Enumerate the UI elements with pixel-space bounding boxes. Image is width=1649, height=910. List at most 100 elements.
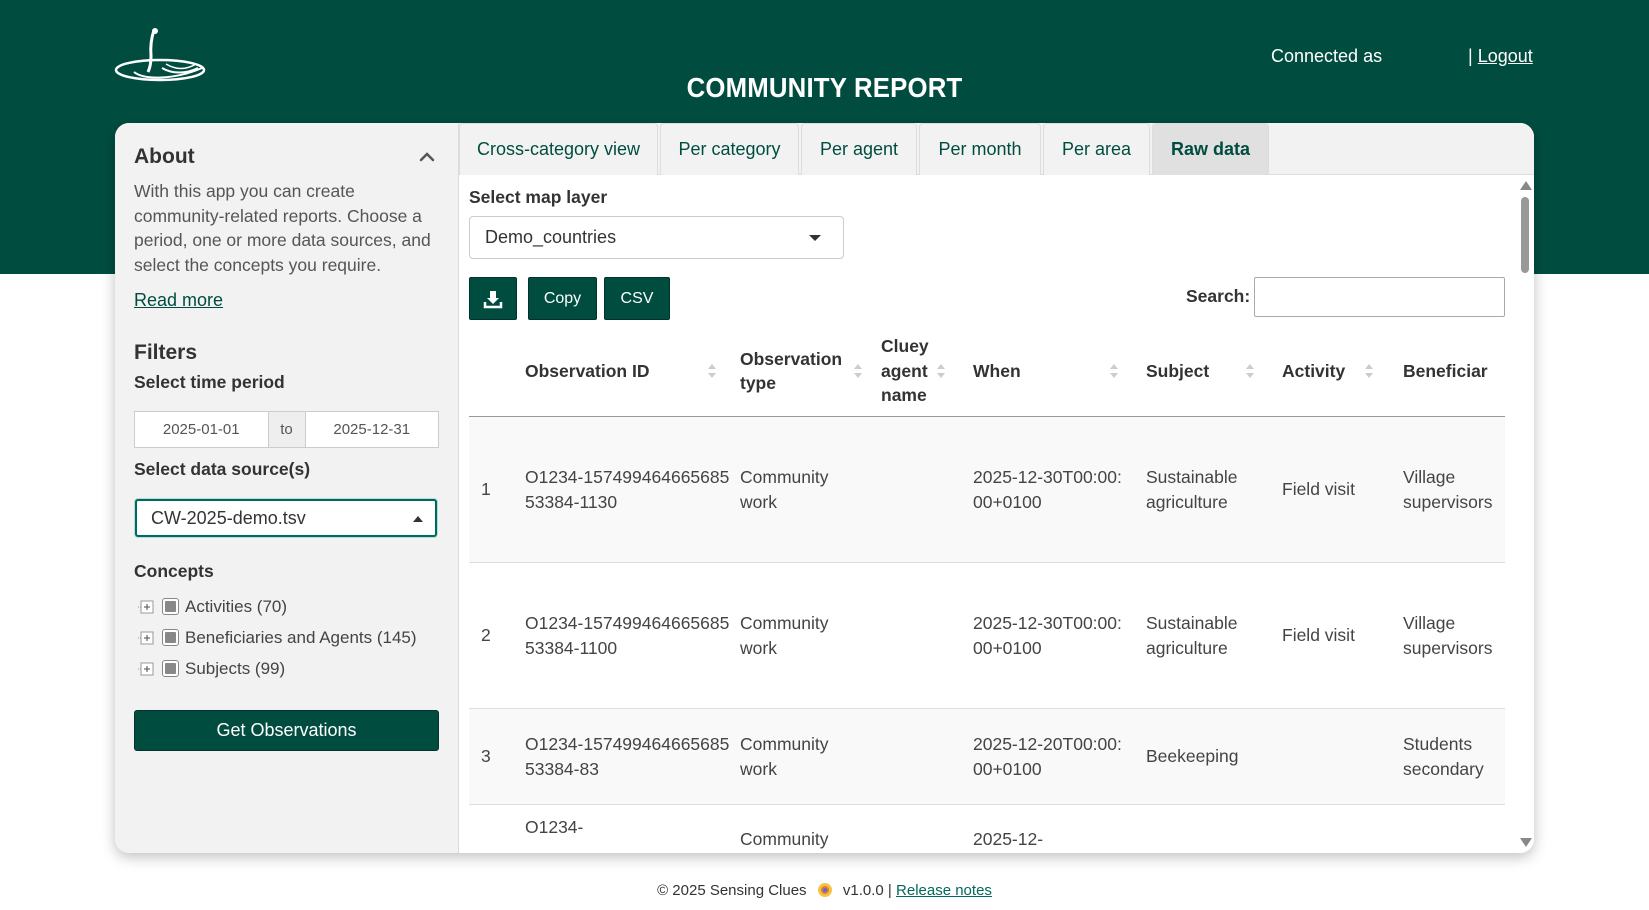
cell-subject: Sustainable agriculture — [1146, 613, 1238, 658]
tab-raw-data[interactable]: Raw data — [1152, 123, 1269, 175]
tab-bar: Cross-category view Per category Per age… — [459, 123, 1534, 175]
column-header-when[interactable]: When — [973, 325, 1128, 417]
column-header-label: Activity — [1282, 360, 1346, 381]
date-separator: to — [267, 412, 306, 447]
main-panel: Cross-category view Per category Per age… — [459, 123, 1534, 853]
cell-index: 3 — [481, 746, 491, 767]
download-button[interactable] — [469, 277, 517, 320]
sort-icon — [1246, 364, 1254, 378]
search-input[interactable] — [1254, 277, 1505, 317]
column-header-label: Observation ID — [525, 360, 650, 381]
sort-icon — [1365, 364, 1373, 378]
cell-agent-name — [881, 709, 961, 804]
concepts-tree: Activities (70) Beneficiaries and Agents… — [138, 591, 448, 684]
about-title: About — [134, 145, 195, 168]
cell-observation-type: Community work — [740, 613, 829, 658]
logout-separator: | — [1468, 46, 1473, 66]
column-header-label: When — [973, 360, 1021, 381]
copyright-text: © 2025 Sensing Clues — [657, 882, 807, 899]
data-source-select[interactable]: CW-2025-demo.tsv — [135, 499, 437, 537]
read-more-link[interactable]: Read more — [134, 290, 223, 311]
main-card: About With this app you can create commu… — [115, 123, 1534, 853]
cell-agent-name — [881, 563, 961, 708]
cell-agent-name — [881, 417, 961, 562]
cell-observation-type: Community work — [740, 734, 829, 779]
tree-checkbox[interactable] — [162, 598, 179, 615]
cell-beneficiary: Students secondary — [1403, 734, 1484, 779]
csv-button[interactable]: CSV — [604, 277, 670, 320]
cell-when: 2025-12-20T00:00:00+0100 — [973, 734, 1122, 779]
cell-when: 2025-12-30T00:00:00+0100 — [973, 467, 1122, 512]
raw-data-panel: Select map layer Demo_countries Copy CSV… — [459, 175, 1534, 853]
tab-cross-category-view[interactable]: Cross-category view — [459, 123, 658, 175]
table-row[interactable]: O1234- Community 2025-12- — [469, 805, 1505, 853]
column-header-label: Cluey agent name — [881, 336, 929, 406]
cell-observation-type: Community — [740, 829, 829, 849]
tree-item-label: Subjects (99) — [185, 658, 286, 678]
map-layer-select[interactable]: Demo_countries — [469, 216, 844, 259]
table-row[interactable]: 1 O1234-15749946466568553384-1130 Commun… — [469, 417, 1505, 563]
sort-icon — [708, 364, 716, 378]
tree-checkbox[interactable] — [162, 660, 179, 677]
get-observations-button[interactable]: Get Observations — [134, 710, 439, 751]
data-source-label: Select data source(s) — [134, 459, 311, 479]
cell-subject: Sustainable agriculture — [1146, 467, 1238, 512]
cell-observation-id: O1234-15749946466568553384-1130 — [525, 467, 730, 512]
tab-per-category[interactable]: Per category — [660, 123, 799, 175]
copy-button[interactable]: Copy — [528, 277, 597, 320]
search-label: Search: — [1186, 286, 1251, 306]
end-date-input[interactable]: 2025-12-31 — [306, 412, 439, 447]
sort-icon — [1110, 364, 1118, 378]
cell-observation-id: O1234- — [525, 817, 584, 837]
about-text: With this app you can create community-r… — [134, 181, 431, 275]
table-row[interactable]: 3 O1234-15749946466568553384-83 Communit… — [469, 709, 1505, 805]
column-header-activity[interactable]: Activity — [1282, 325, 1382, 417]
cell-activity — [1282, 709, 1392, 804]
chevron-up-icon[interactable] — [415, 145, 439, 169]
cell-activity: Field visit — [1282, 625, 1355, 646]
logout-link[interactable]: Logout — [1478, 46, 1533, 66]
scroll-up-arrow-icon[interactable] — [1520, 181, 1532, 190]
cell-observation-type: Community work — [740, 467, 829, 512]
column-header-index — [479, 325, 519, 417]
footer: © 2025 Sensing Clues v1.0.0 | Release no… — [0, 882, 1649, 899]
caret-up-icon — [413, 516, 423, 522]
column-header-observation-id[interactable]: Observation ID — [525, 325, 725, 417]
data-source-value: CW-2025-demo.tsv — [151, 507, 306, 528]
concepts-label: Concepts — [134, 561, 214, 581]
tab-per-agent[interactable]: Per agent — [801, 123, 917, 175]
column-header-beneficiary[interactable]: Beneficiar — [1403, 325, 1505, 417]
tab-per-area[interactable]: Per area — [1043, 123, 1150, 175]
cell-activity: Field visit — [1282, 479, 1355, 500]
table-header: Observation ID Observation type Cluey ag… — [469, 325, 1505, 417]
tree-item-label: Activities (70) — [185, 596, 288, 616]
expand-plus-icon[interactable] — [138, 598, 156, 616]
expand-plus-icon[interactable] — [138, 660, 156, 678]
date-range: 2025-01-01 to 2025-12-31 — [134, 411, 439, 448]
vertical-scrollbar[interactable] — [1518, 175, 1532, 853]
download-icon — [483, 290, 503, 308]
tab-per-month[interactable]: Per month — [919, 123, 1041, 175]
tree-item-label: Beneficiaries and Agents (145) — [185, 627, 417, 647]
scroll-thumb[interactable] — [1521, 197, 1529, 273]
cell-subject: Beekeeping — [1146, 746, 1239, 767]
column-header-subject[interactable]: Subject — [1146, 325, 1261, 417]
tree-checkbox[interactable] — [162, 629, 179, 646]
sidebar: About With this app you can create commu… — [115, 123, 459, 853]
page-title: COMMUNITY REPORT — [686, 72, 963, 103]
column-header-label: Subject — [1146, 360, 1210, 381]
cell-when: 2025-12-30T00:00:00+0100 — [973, 613, 1122, 658]
table-row[interactable]: 2 O1234-15749946466568553384-1100 Commun… — [469, 563, 1505, 709]
map-layer-value: Demo_countries — [485, 227, 617, 247]
start-date-input[interactable]: 2025-01-01 — [135, 412, 268, 447]
tree-item-subjects: Subjects (99) — [138, 653, 448, 684]
column-header-observation-type[interactable]: Observation type — [740, 325, 870, 417]
expand-plus-icon[interactable] — [138, 629, 156, 647]
time-period-label: Select time period — [134, 372, 285, 392]
cell-when: 2025-12- — [973, 829, 1044, 849]
column-header-cluey-agent-name[interactable]: Cluey agent name — [881, 325, 961, 417]
column-header-label: Observation type — [740, 348, 843, 394]
release-notes-link[interactable]: Release notes — [896, 882, 992, 899]
scroll-down-arrow-icon[interactable] — [1520, 838, 1532, 847]
cell-beneficiary: Village supervisors — [1403, 467, 1493, 512]
